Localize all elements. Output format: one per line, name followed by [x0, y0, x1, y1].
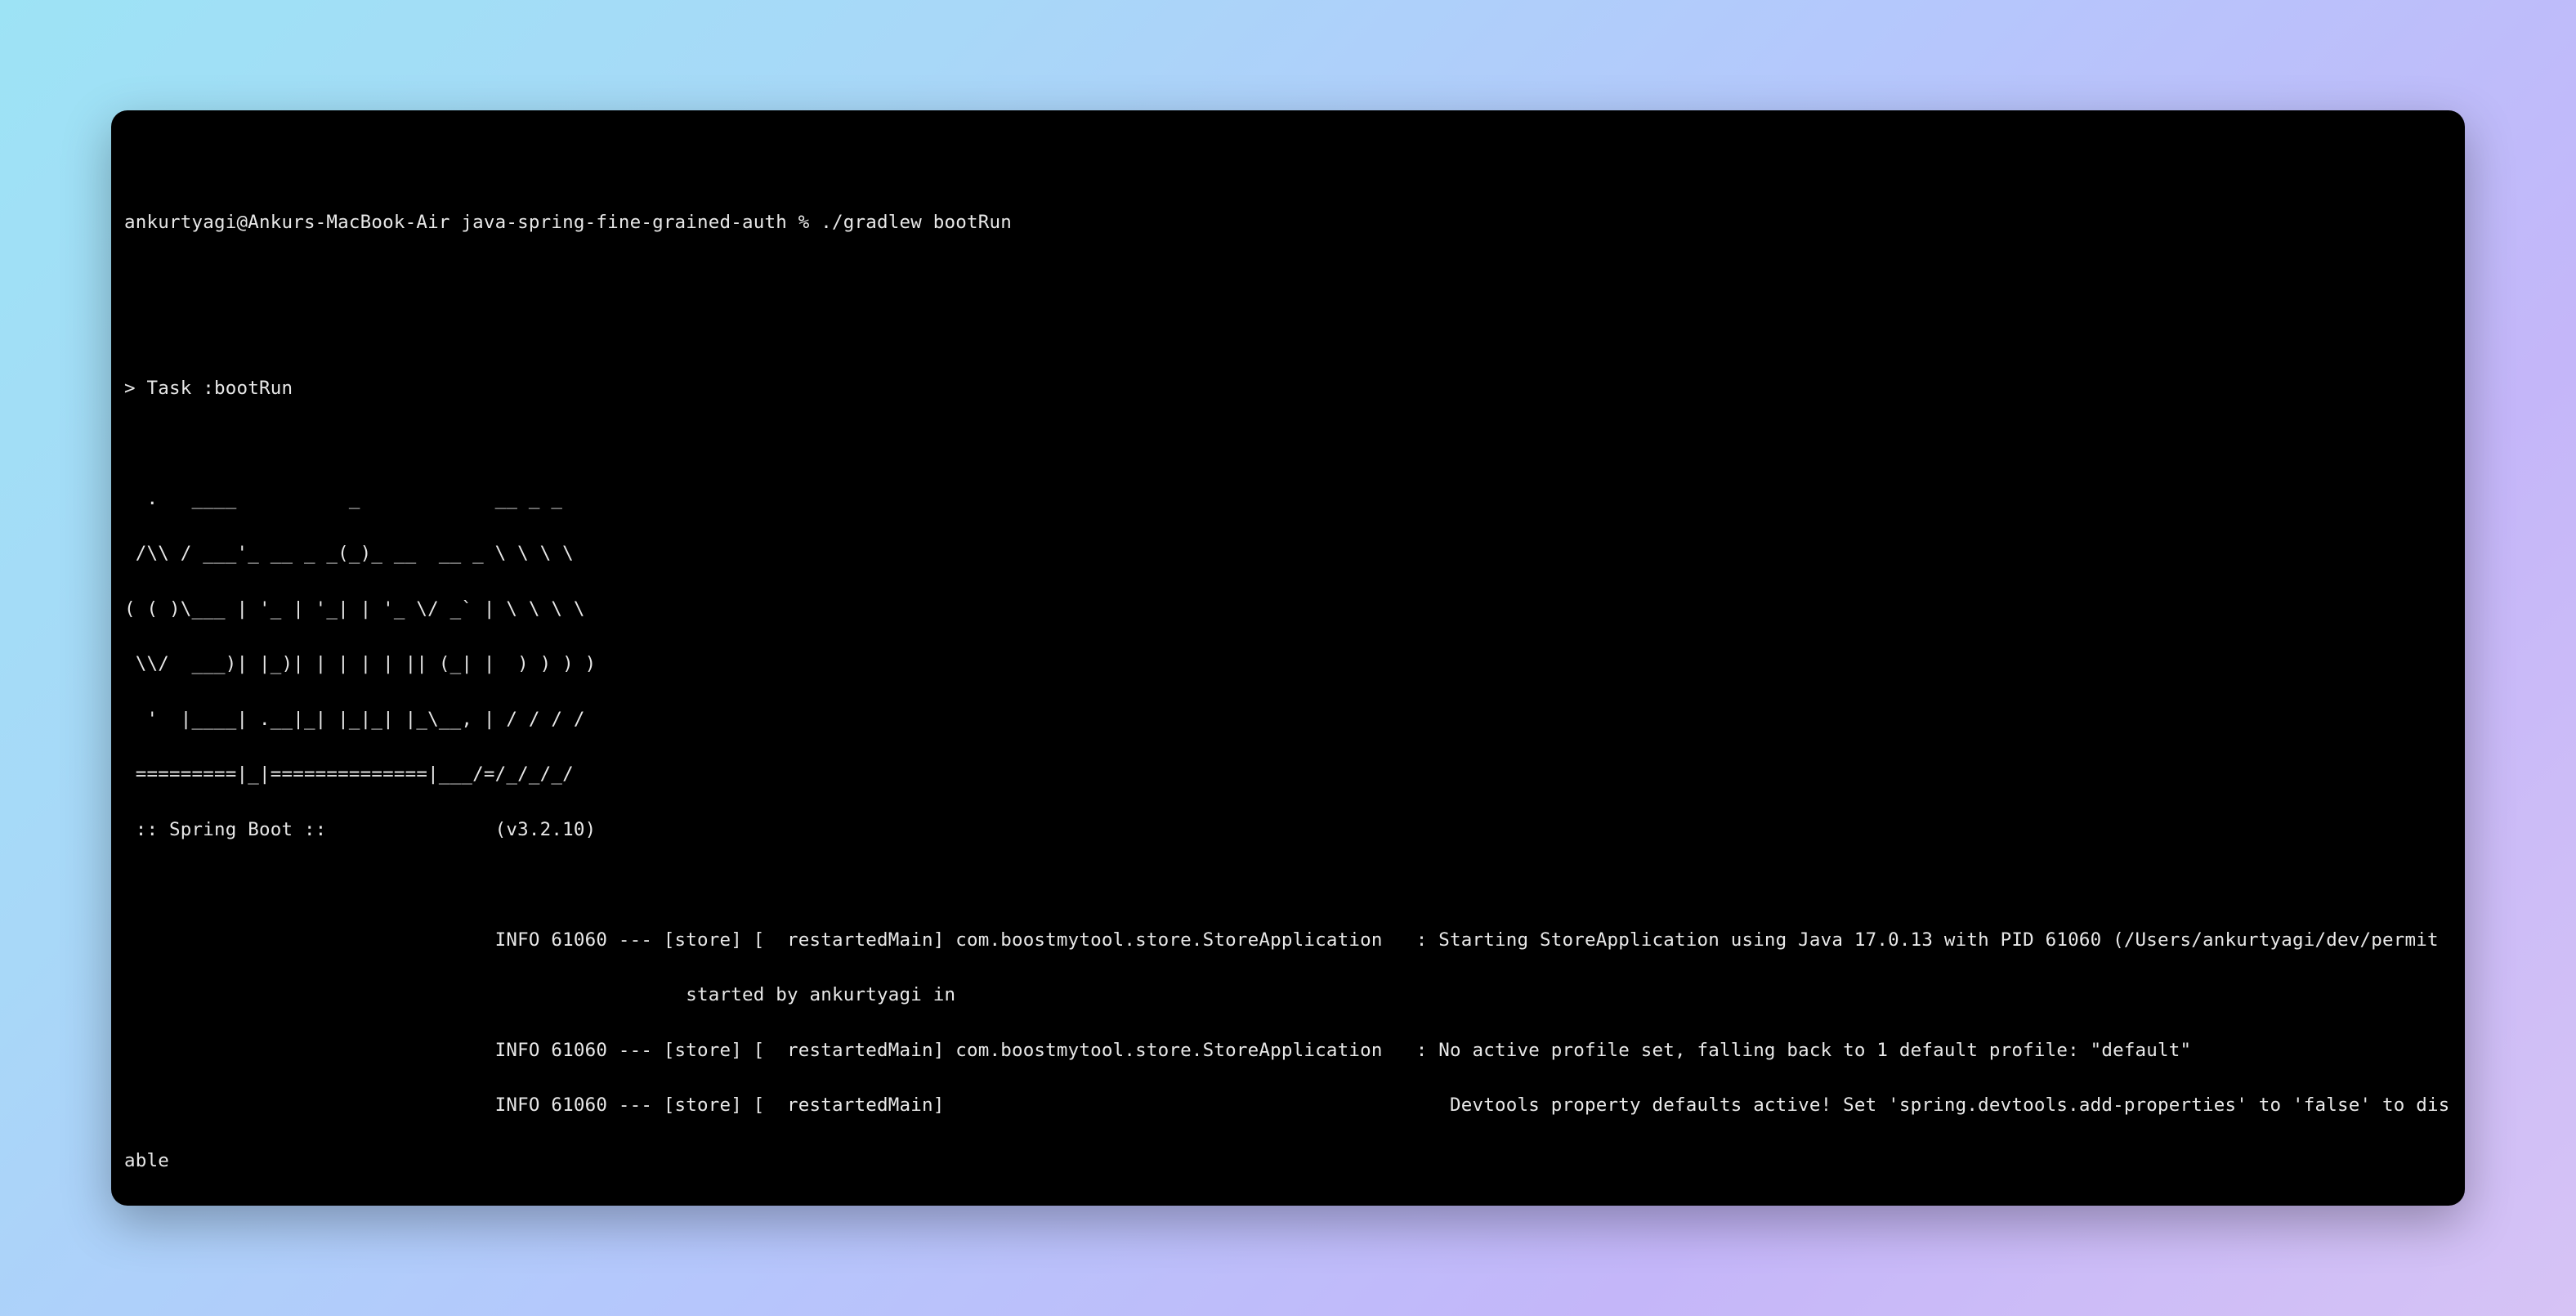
spring-banner-line: . ____ _ __ _ _	[124, 486, 2452, 513]
log-line: started by ankurtyagi in	[124, 982, 2452, 1009]
task-line: > Task :bootRun	[124, 375, 2452, 403]
terminal-output: ankurtyagi@Ankurs-MacBook-Air java-sprin…	[124, 182, 2452, 1206]
log-line: able	[124, 1148, 2452, 1175]
blank-line	[124, 265, 2452, 293]
blank-line	[124, 430, 2452, 458]
spring-banner-line: ' |____| .__|_| |_|_| |_\__, | / / / /	[124, 706, 2452, 734]
command-prompt-line: ankurtyagi@Ankurs-MacBook-Air java-sprin…	[124, 209, 2452, 237]
spring-banner-line: /\\ / ___'_ __ _ _(_)_ __ __ _ \ \ \ \	[124, 540, 2452, 568]
blank-line	[124, 320, 2452, 347]
log-line: INFO 61060 --- [store] [ restartedMain] …	[124, 927, 2452, 955]
spring-boot-version-line: :: Spring Boot :: (v3.2.10)	[124, 817, 2452, 844]
terminal-window[interactable]: ankurtyagi@Ankurs-MacBook-Air java-sprin…	[111, 110, 2465, 1206]
spring-banner-line: ( ( )\___ | '_ | '_| | '_ \/ _` | \ \ \ …	[124, 596, 2452, 624]
spring-banner-line: \\/ ___)| |_)| | | | | || (_| | ) ) ) )	[124, 651, 2452, 678]
log-line: INFO 61060 --- [store] [ restartedMain] …	[124, 1037, 2452, 1065]
log-line: INFO 61060 --- [store] [ restartedMain] …	[124, 1202, 2452, 1206]
log-line: INFO 61060 --- [store] [ restartedMain] …	[124, 1092, 2452, 1120]
blank-line	[124, 871, 2452, 899]
spring-banner-line: =========|_|==============|___/=/_/_/_/	[124, 761, 2452, 789]
